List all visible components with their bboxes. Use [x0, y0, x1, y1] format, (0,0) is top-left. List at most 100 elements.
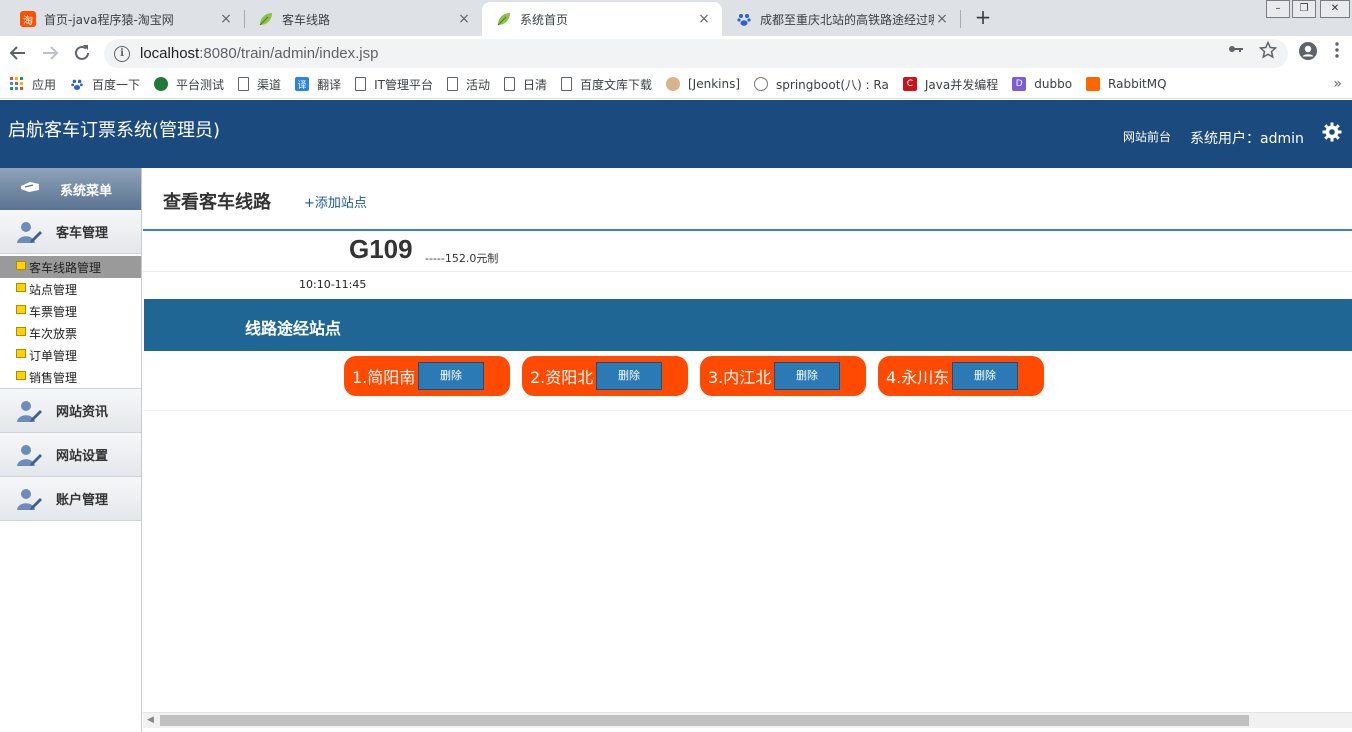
- yellow-square-icon: [16, 370, 26, 380]
- more-bookmarks-icon[interactable]: »: [1333, 76, 1342, 92]
- sidebar-group-accounts[interactable]: 账户管理: [0, 477, 141, 521]
- yellow-square-icon: [16, 348, 26, 358]
- bookmark-channel[interactable]: 渠道: [238, 76, 281, 93]
- green-globe-icon: [154, 77, 169, 91]
- sidebar-item-sales-management[interactable]: 销售管理: [0, 366, 141, 388]
- minimize-window-button[interactable]: –: [1266, 0, 1290, 18]
- globe-icon: [754, 77, 769, 91]
- address-bar[interactable]: i localhost:8080/train/admin/index.jsp: [104, 39, 1288, 68]
- tab-separator: [960, 10, 961, 28]
- sidebar-group-label: 网站资讯: [56, 405, 109, 420]
- forward-arrow-icon[interactable]: [38, 41, 62, 65]
- app-header: 启航客车订票系统(管理员) 网站前台 系统用户：admin: [0, 100, 1352, 168]
- route-stop: 3.内江北 删除: [700, 356, 866, 396]
- close-tab-icon[interactable]: ×: [934, 11, 950, 27]
- yellow-square-icon: [16, 326, 26, 336]
- sidebar-group-settings[interactable]: 网站设置: [0, 433, 141, 477]
- stop-name: 1.简阳南: [352, 368, 416, 387]
- browser-tab-routes[interactable]: 客车线路 ×: [244, 2, 482, 36]
- front-site-link[interactable]: 网站前台: [1123, 128, 1171, 145]
- stop-name: 3.内江北: [708, 368, 772, 387]
- bookmark-label: RabbitMQ: [1108, 77, 1167, 91]
- sidebar-item-route-management[interactable]: 客车线路管理: [0, 256, 141, 278]
- close-window-button[interactable]: ✕: [1320, 0, 1350, 18]
- bookmark-star-icon[interactable]: [1258, 40, 1278, 63]
- route-stops-list: 1.简阳南 删除 2.资阳北 删除 3.内江北 删除 4.永川东 删除: [344, 356, 1056, 396]
- close-tab-icon[interactable]: ×: [456, 11, 472, 27]
- sidebar-item-label: 销售管理: [29, 370, 78, 385]
- bookmark-baidu[interactable]: 百度一下: [70, 76, 140, 93]
- bookmark-label: 平台测试: [176, 77, 225, 92]
- ticket-price: -----152.0元制: [425, 252, 499, 265]
- scrollbar-thumb[interactable]: [160, 715, 1249, 726]
- route-stop: 4.永川东 删除: [878, 356, 1044, 396]
- bookmark-rabbitmq[interactable]: RabbitMQ: [1086, 77, 1167, 91]
- bookmark-label: 百度一下: [92, 77, 141, 92]
- bookmark-label: 百度文库下载: [579, 77, 652, 92]
- bookmark-daily[interactable]: 日清: [503, 76, 547, 93]
- sidebar-menu-header: 系统菜单: [0, 168, 141, 210]
- sidebar-group-news[interactable]: 网站资讯: [0, 389, 141, 433]
- menu-hand-icon: [20, 180, 40, 198]
- browser-tab-bar: 淘 首页-java程序猿-淘宝网 × 客车线路 × 系统首页 × 成都至重庆北站…: [0, 0, 1352, 36]
- bookmark-java-concurrency[interactable]: C Java并发编程: [902, 76, 998, 93]
- close-tab-icon[interactable]: ×: [696, 11, 712, 27]
- route-stop: 2.资阳北 删除: [522, 356, 688, 396]
- departure-arrival-time: 10:10-11:45: [299, 278, 367, 291]
- delete-stop-button[interactable]: 删除: [418, 362, 484, 390]
- browser-menu-icon[interactable]: [1334, 41, 1340, 63]
- reload-icon[interactable]: [70, 41, 94, 65]
- user-edit-icon: [16, 442, 42, 468]
- sidebar-subitems: 客车线路管理 站点管理 车票管理 车次放票 订单管理 销售管理: [0, 254, 141, 389]
- main-content: 查看客车线路 +添加站点 G109 -----152.0元制 10:10-11:…: [143, 168, 1352, 732]
- sidebar-group-label: 客车管理: [56, 226, 109, 241]
- bookmark-wenku[interactable]: 百度文库下载: [560, 76, 652, 93]
- sidebar-group-bus[interactable]: 客车管理: [0, 210, 141, 254]
- bookmark-translate[interactable]: 译 翻译: [295, 76, 341, 93]
- sidebar-item-ticket-management[interactable]: 车票管理: [0, 300, 141, 322]
- browser-tab-baidu[interactable]: 成都至重庆北站的高铁路途经过哪 ×: [722, 2, 960, 36]
- delete-stop-button[interactable]: 删除: [596, 362, 662, 390]
- bookmark-platform-test[interactable]: 平台测试: [154, 76, 224, 93]
- user-edit-icon: [16, 486, 42, 512]
- stop-name: 2.资阳北: [530, 368, 594, 387]
- bookmark-it-platform[interactable]: IT管理平台: [355, 76, 433, 93]
- document-icon: [560, 77, 572, 91]
- add-station-link[interactable]: +添加站点: [304, 192, 367, 211]
- bookmark-jenkins[interactable]: [Jenkins]: [666, 77, 740, 91]
- browser-tab-taobao[interactable]: 淘 首页-java程序猿-淘宝网 ×: [6, 2, 244, 36]
- horizontal-scrollbar[interactable]: ◀: [143, 712, 1352, 728]
- restore-window-button[interactable]: ❐: [1292, 0, 1316, 18]
- yellow-square-icon: [16, 282, 26, 292]
- tab-title: 客车线路: [282, 12, 331, 27]
- browser-tab-home[interactable]: 系统首页 ×: [482, 2, 722, 36]
- delete-stop-button[interactable]: 删除: [952, 362, 1018, 390]
- apps-grid-icon: [10, 77, 24, 91]
- bookmark-label: 日清: [522, 77, 547, 92]
- back-arrow-icon[interactable]: [6, 41, 30, 65]
- close-tab-icon[interactable]: ×: [218, 11, 234, 27]
- gear-icon[interactable]: [1322, 122, 1342, 142]
- baidu-paw-icon: [736, 11, 752, 27]
- train-number: G109: [349, 234, 413, 264]
- new-tab-button[interactable]: +: [972, 6, 994, 28]
- translate-icon: 译: [295, 77, 310, 91]
- dubbo-icon: D: [1012, 77, 1027, 91]
- sidebar-group-label: 账户管理: [56, 493, 109, 508]
- scroll-left-arrow-icon[interactable]: ◀: [147, 715, 154, 725]
- bookmark-apps[interactable]: 应用: [10, 76, 56, 93]
- bookmark-springboot[interactable]: springboot(八) : Ra: [754, 76, 889, 93]
- delete-stop-button[interactable]: 删除: [774, 362, 840, 390]
- user-edit-icon: [16, 398, 42, 424]
- sidebar-item-station-management[interactable]: 站点管理: [0, 278, 141, 300]
- taobao-icon: 淘: [20, 11, 36, 27]
- sidebar-item-ticket-release[interactable]: 车次放票: [0, 322, 141, 344]
- bookmark-activity[interactable]: 活动: [446, 76, 490, 93]
- profile-avatar-icon[interactable]: [1298, 41, 1318, 65]
- key-icon[interactable]: [1228, 41, 1244, 61]
- sidebar-item-order-management[interactable]: 订单管理: [0, 344, 141, 366]
- bookmark-dubbo[interactable]: D dubbo: [1012, 77, 1072, 91]
- site-info-icon[interactable]: i: [114, 45, 130, 62]
- divider: [143, 410, 1352, 411]
- page-header: 查看客车线路 +添加站点: [143, 168, 1352, 231]
